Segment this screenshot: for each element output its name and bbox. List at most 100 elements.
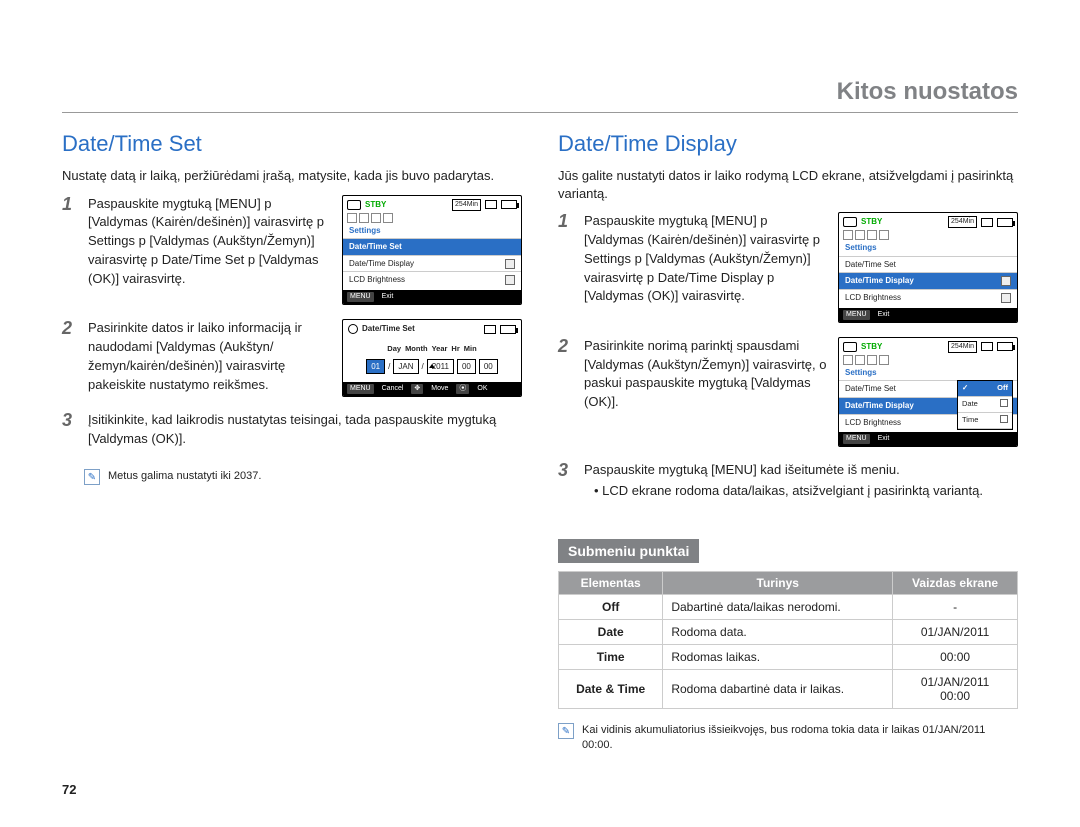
popup-item: ✓Off [958,381,1012,397]
th-content: Turinys [663,572,893,595]
note-text: Kai vidinis akumuliatorius išsieikvojęs,… [582,723,1018,754]
card-icon [981,218,993,227]
camera-icon [843,217,857,227]
exit-label: Exit [878,310,890,320]
exit-label: Exit [878,434,890,444]
page-header: Kitos nuostatos [62,78,1018,113]
arrow-up-icon [429,364,435,368]
lcd-screenshot-2: Date/Time Set Day Month Year Hr Min [342,319,522,397]
ok-label: OK [477,384,487,394]
stby-label: STBY [861,341,882,353]
left-step-1: 1 Paspauskite mygtuką [MENU] p [Valdymas… [62,195,522,306]
right-intro: Jūs galite nustatyti datos ir laiko rody… [558,167,1018,202]
section-label: Settings [343,225,521,239]
col-label: Month [405,344,428,355]
item-icon [1001,293,1011,303]
th-element: Elementas [559,572,663,595]
lcd-screenshot-4: STBY 254Min Settings Date/Time Set Date/… [838,337,1018,448]
popup-item: Date [958,397,1012,413]
left-column: Date/Time Set Nustatę datą ir laiką, per… [62,131,522,754]
right-step-1: 1 Paspauskite mygtuką [MENU] p [Valdymas… [558,212,1018,323]
nav-icons [839,230,1017,242]
battery-icon [997,342,1013,351]
note-icon: ✎ [558,723,574,739]
th-display: Vaizdas ekrane [893,572,1018,595]
battery-icon [500,325,516,334]
item-icon [505,259,515,269]
step-subtext: LCD ekrane rodoma data/laikas, atsižvelg… [602,483,983,498]
step-number: 2 [62,319,80,397]
table-row: Date & Time Rodoma dabartinė data ir lai… [559,670,1018,709]
lcd-item: LCD Brightness [839,289,1017,306]
step-text: Paspauskite mygtuką [MENU] p [Valdymas (… [584,212,830,306]
val-day: 01 [366,359,385,375]
lcd-screenshot-1: STBY 254Min Settings Date/Time Set Date/… [342,195,522,306]
camera-icon [843,342,857,352]
step-number: 1 [558,212,576,323]
ok-icon: ⦿ [456,384,469,394]
step-number: 3 [558,461,576,501]
stby-label: STBY [365,199,386,211]
exit-label: Exit [382,292,394,302]
move-icon: ✥ [411,384,423,394]
step-number: 3 [62,411,80,449]
lcd-item-selected: Date/Time Display [839,272,1017,289]
note-text: Metus galima nustatyti iki 2037. [108,469,261,484]
val-month: JAN [393,359,418,375]
lcd-screenshot-3: STBY 254Min Settings Date/Time Set Date/… [838,212,1018,323]
lcd-title: Date/Time Set [362,323,415,335]
right-note: ✎ Kai vidinis akumuliatorius išsieikvoję… [558,723,1018,754]
table-row: Date Rodoma data. 01/JAN/2011 [559,620,1018,645]
nav-icons [839,355,1017,367]
left-intro: Nustatę datą ir laiką, peržiūrėdami įraš… [62,167,522,185]
submenu-table: Elementas Turinys Vaizdas ekrane Off Dab… [558,571,1018,709]
left-note: ✎ Metus galima nustatyti iki 2037. [84,469,522,485]
popup-item: Time [958,413,1012,429]
col-label: Year [432,344,448,355]
col-label: Day [387,344,401,355]
submenu-header: Submeniu punktai [558,539,699,563]
right-column: Date/Time Display Jūs galite nustatyti d… [558,131,1018,754]
step-text: Paspauskite mygtuką [MENU] kad išeitumėt… [584,461,1018,480]
section-label: Settings [839,242,1017,256]
left-step-2: 2 Pasirinkite datos ir laiko informaciją… [62,319,522,397]
lcd-item-selected: Date/Time Set [343,238,521,255]
step-text: Pasirinkite datos ir laiko informaciją i… [88,319,334,394]
step-number: 2 [558,337,576,448]
card-icon [981,342,993,351]
lcd-item: Date/Time Set [839,256,1017,273]
card-icon [485,200,497,209]
step-number: 1 [62,195,80,306]
right-step-2: 2 Pasirinkite norimą parinktį spausdami … [558,337,1018,448]
popup-menu: ✓Off Date Time [957,380,1013,430]
move-label: Move [431,384,448,394]
content-columns: Date/Time Set Nustatę datą ir laiką, per… [62,131,1018,754]
right-step-3: 3 Paspauskite mygtuką [MENU] kad išeitum… [558,461,1018,501]
step-text: Paspauskite mygtuką [MENU] p [Valdymas (… [88,195,334,289]
item-icon [1001,276,1011,286]
lcd-item: LCD Brightness [343,271,521,288]
left-step-3: 3 Įsitikinkite, kad laikrodis nustatytas… [62,411,522,449]
minutes-label: 254Min [452,199,481,211]
item-icon [505,275,515,285]
battery-icon [997,218,1013,227]
nav-icons [343,213,521,225]
stby-label: STBY [861,216,882,228]
val-min: 00 [479,359,498,375]
step-text: Įsitikinkite, kad laikrodis nustatytas t… [88,411,522,449]
col-label: Min [464,344,477,355]
table-row: Time Rodomas laikas. 00:00 [559,645,1018,670]
card-icon [484,325,496,334]
camera-icon [347,200,361,210]
gear-icon [348,324,358,334]
page-number: 72 [62,782,76,797]
battery-icon [501,200,517,209]
minutes-label: 254Min [948,216,977,228]
step-text: Pasirinkite norimą parinktį spausdami [V… [584,337,830,412]
left-title: Date/Time Set [62,131,522,157]
minutes-label: 254Min [948,341,977,353]
val-hr: 00 [457,359,476,375]
section-label: Settings [839,367,1017,381]
menu-button-label: MENU [347,292,374,302]
col-label: Hr [451,344,459,355]
